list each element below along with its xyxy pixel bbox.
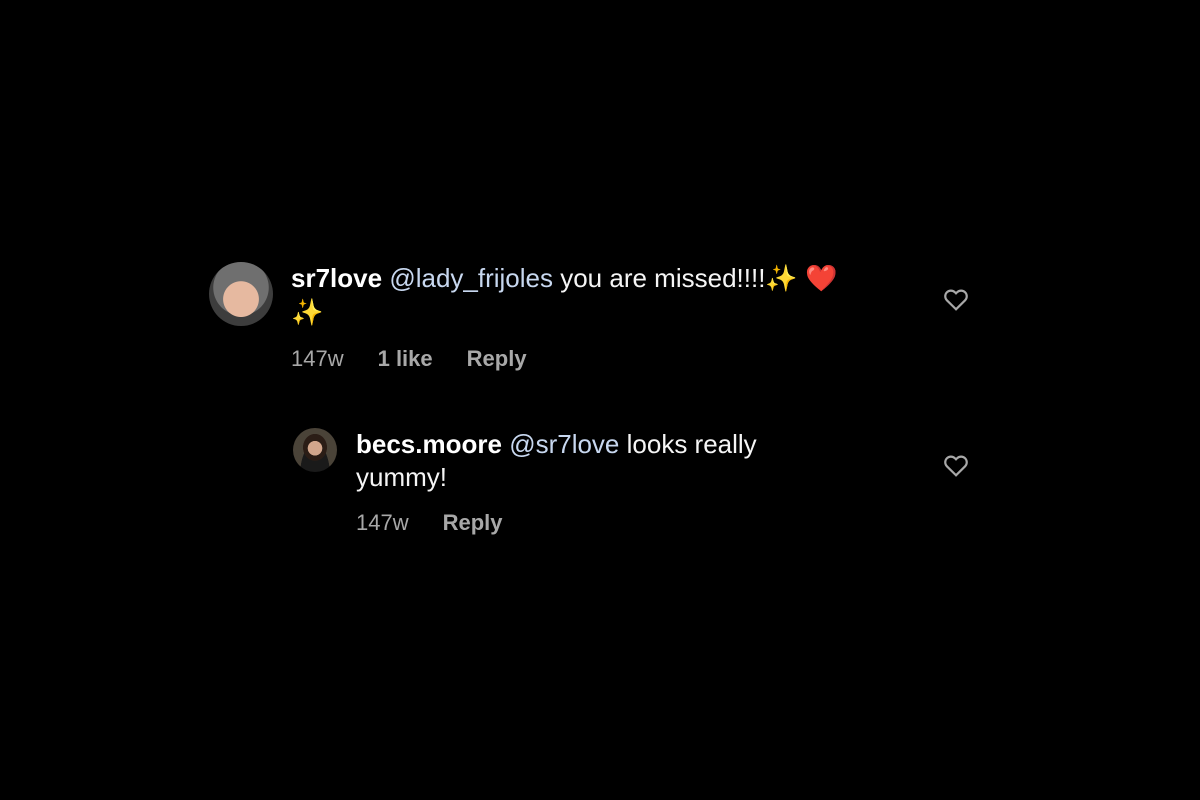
comment-body: becs.moore @sr7love looks really yummy! … [356, 428, 816, 536]
comment-mention[interactable]: @lady_frijoles [389, 263, 553, 293]
comment-username[interactable]: sr7love [291, 263, 382, 293]
comment-message-continued: yummy! [356, 462, 447, 492]
comment-timestamp: 147w [356, 510, 409, 535]
reply-button[interactable]: Reply [443, 510, 503, 536]
red-heart-emoji: ❤️ [805, 264, 838, 294]
comment-meta: 147w Reply [356, 510, 816, 536]
comment-text-line-2: ✨ [291, 296, 891, 330]
comment-message: you are missed!!!! [553, 263, 766, 293]
comment-likes-count[interactable]: 1 like [378, 346, 433, 372]
comment-message: looks really [619, 429, 757, 459]
comment-text: sr7love @lady_frijoles you are missed!!!… [291, 262, 891, 296]
comment-mention[interactable]: @sr7love [509, 429, 619, 459]
comment-username[interactable]: becs.moore [356, 429, 502, 459]
heart-outline-icon[interactable] [943, 453, 969, 477]
sparkles-emoji: ✨ [291, 298, 324, 328]
sparkles-emoji: ✨ [765, 264, 798, 294]
comment-text-line-2: yummy! [356, 461, 816, 494]
user-avatar[interactable] [293, 428, 337, 472]
comment-meta: 147w 1 like Reply [291, 346, 891, 372]
comment-body: sr7love @lady_frijoles you are missed!!!… [291, 262, 891, 372]
reply-button[interactable]: Reply [467, 346, 527, 372]
comment-text: becs.moore @sr7love looks really [356, 428, 816, 461]
comment-timestamp: 147w [291, 346, 344, 371]
user-avatar[interactable] [209, 262, 273, 326]
heart-outline-icon[interactable] [943, 287, 969, 311]
